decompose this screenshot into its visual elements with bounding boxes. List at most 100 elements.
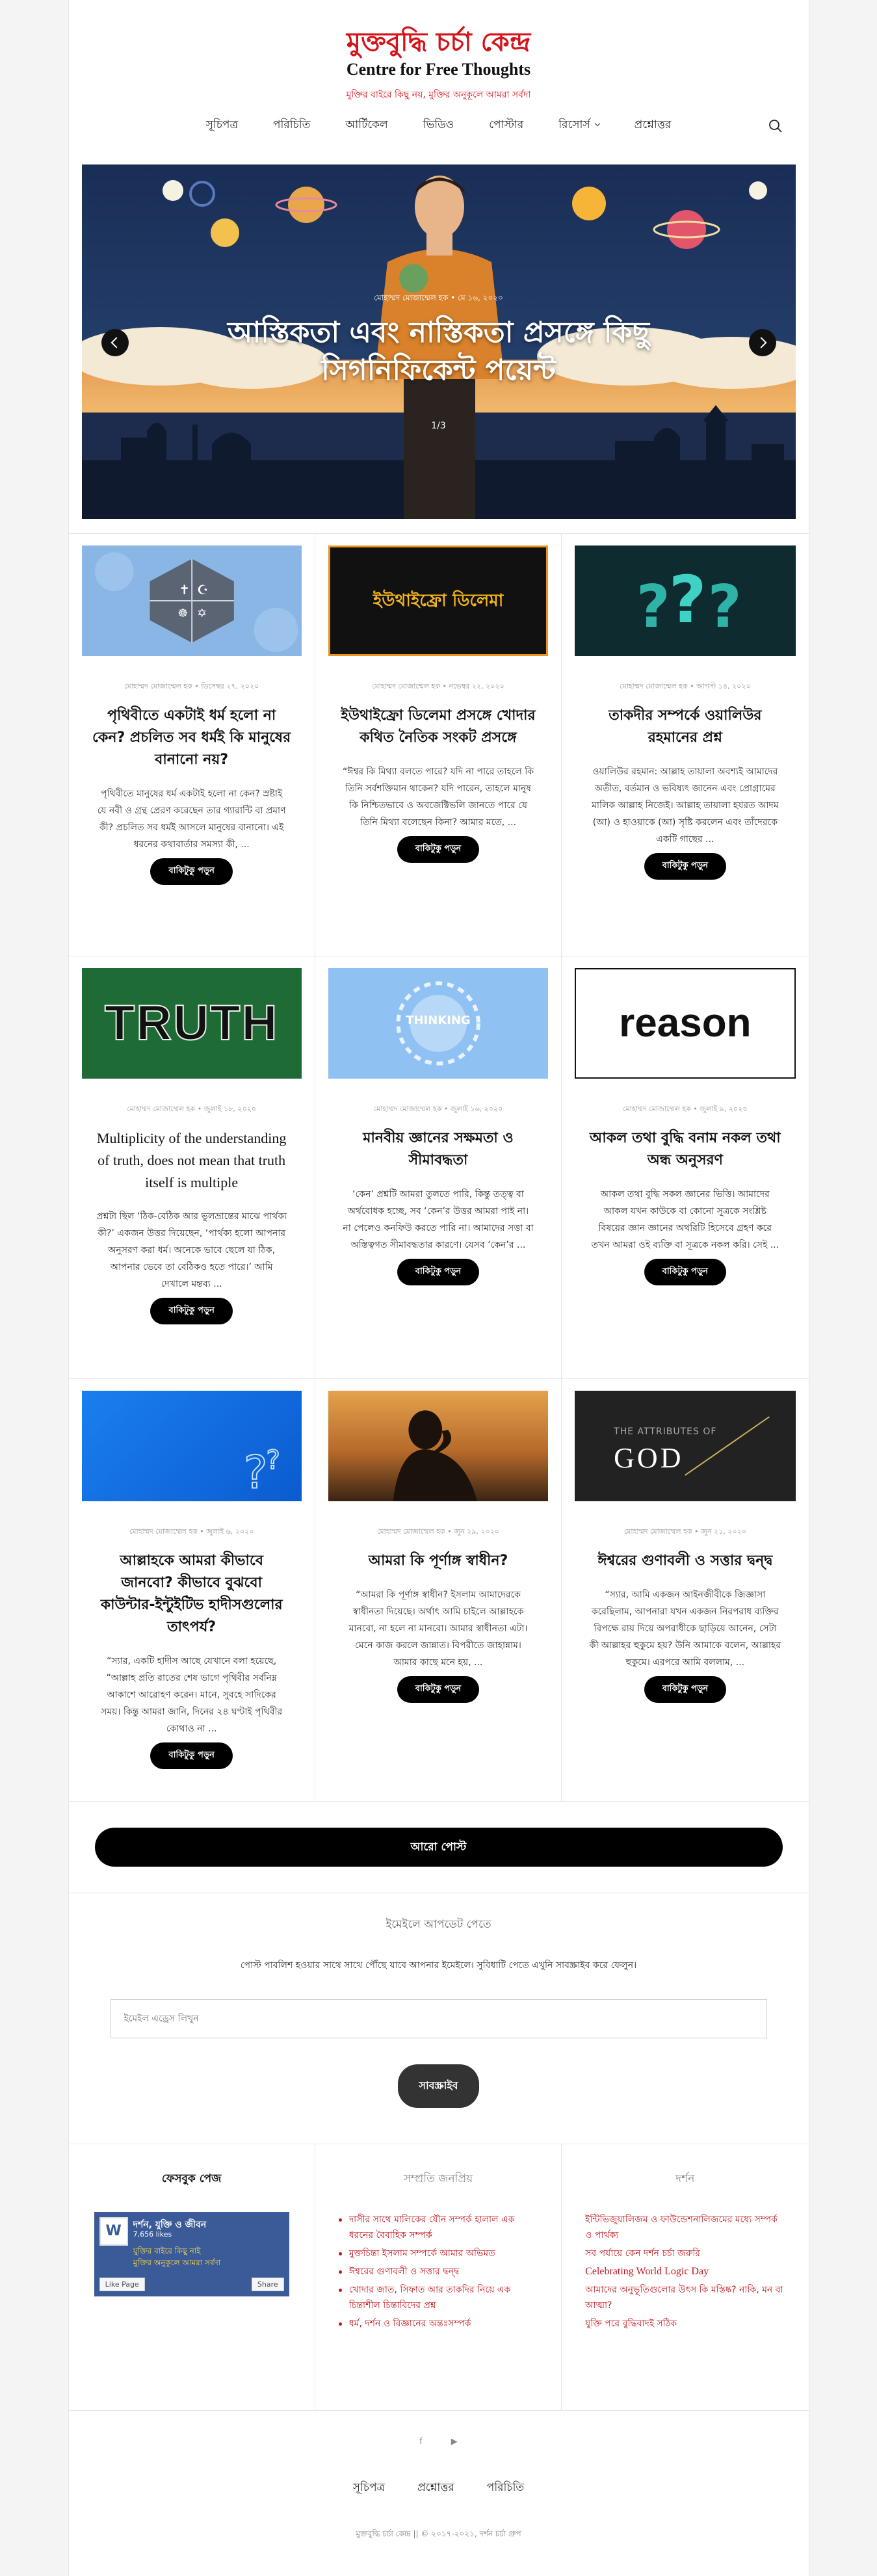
- philosophy-item[interactable]: ইন্টিভিজুয়ালিজম ও ফাউন্ডেশনালিজমের মধ্য…: [585, 2212, 785, 2243]
- read-more-button[interactable]: বাকিটুকু পড়ুন: [644, 1676, 727, 1703]
- widget-heading: ফেসবুক পেজ: [161, 2172, 222, 2185]
- more-posts-button[interactable]: আরো পোস্ট: [94, 1828, 783, 1867]
- facebook-logo-icon: W: [99, 2217, 128, 2246]
- post-meta: মোহাম্মদ মোজাম্মেল হক • জুন ২১, ২০২০: [623, 1527, 746, 1536]
- post-title[interactable]: মানবীয় জ্ঞানের সক্ষমতা ও সীমাবদ্ধতা: [339, 1127, 538, 1172]
- footer-link-about[interactable]: পরিচিতি: [487, 2479, 524, 2497]
- thumbnail-text: TRUTH: [104, 995, 279, 1051]
- subscribe-button[interactable]: সাবস্ক্রাইব: [398, 2064, 479, 2108]
- post-thumbnail-question[interactable]: ? ? ?: [575, 545, 796, 656]
- post-title[interactable]: পৃথিবীতে একটাই ধর্ম হলো না কেন? প্রচলিত …: [92, 705, 291, 771]
- philosophy-widget: দর্শন ইন্টিভিজুয়ালিজম ও ফাউন্ডেশনালিজমে…: [562, 2144, 808, 2410]
- slider-next-button[interactable]: [748, 329, 776, 356]
- youtube-icon[interactable]: ▶: [451, 2437, 458, 2447]
- post-title[interactable]: আমরা কি পূর্ণাঙ্গ স্বাধীন?: [339, 1550, 538, 1572]
- decorative-line-icon: [685, 1416, 770, 1476]
- footer-link-qa[interactable]: প্রশ্নোত্তর: [417, 2479, 454, 2497]
- religion-symbols-icon: ✝ ☪ ☸ ✡: [94, 552, 298, 652]
- post-excerpt: “স্যার, আমি একজন আইনজীবীকে জিজ্ঞাসা করেছ…: [589, 1590, 781, 1668]
- post-thumbnail-dilemma[interactable]: ইউথাইফ্রো ডিলেমা: [328, 545, 549, 656]
- post-card: ✝ ☪ ☸ ✡ মোহাম্মদ মোজাম্মেল হক • ডিসেম্বর…: [68, 534, 315, 956]
- post-thumbnail-truth[interactable]: TRUTH: [81, 968, 302, 1079]
- slide-counter: 1/3: [431, 421, 446, 431]
- popular-item[interactable]: মুক্তচিন্তা ইসলাম সম্পর্কে আমার অভিমত: [338, 2246, 538, 2261]
- svg-text:✝: ✝: [179, 583, 190, 598]
- read-more-button[interactable]: বাকিটুকু পড়ুন: [397, 1676, 480, 1703]
- popular-widget: সম্প্রতি জনপ্রিয় দাসীর সাথে মালিকের যৌন…: [315, 2144, 562, 2410]
- facebook-likes: 7,656 likes: [133, 2230, 172, 2239]
- post-meta: মোহাম্মদ মোজাম্মেল হক • ডিসেম্বর ২৭, ২০২…: [124, 682, 259, 690]
- post-excerpt: ওয়ালিউর রহমান: আল্লাহ তায়ালা অবশ্যই আম…: [592, 767, 779, 845]
- post-title[interactable]: আল্লাহকে আমরা কীভাবে জানবো? কীভাবে বুঝবো…: [92, 1550, 291, 1638]
- email-field[interactable]: [110, 1999, 767, 2038]
- post-card: THE ATTRIBUTES OF GOD মোহাম্মদ মোজাম্মেল…: [562, 1379, 809, 1802]
- popular-item[interactable]: ঈশ্বরের গুণাবলী ও সত্তার দ্বন্দ্ব: [338, 2264, 538, 2280]
- post-card: reason মোহাম্মদ মোজাম্মেল হক • জুলাই ৯, …: [562, 956, 809, 1379]
- philosophy-item[interactable]: যুক্তি পরে বুদ্ধিবাদই সঠিক: [585, 2316, 785, 2332]
- post-thumbnail-sunset[interactable]: [328, 1391, 549, 1501]
- read-more-button[interactable]: বাকিটুকু পড়ুন: [644, 853, 727, 880]
- post-title[interactable]: Multiplicity of the understanding of tru…: [92, 1127, 291, 1194]
- nav-item-articles[interactable]: আর্টিকেল: [345, 116, 387, 135]
- popular-item[interactable]: খোদার জাত, সিফাত আর তাকদির নিয়ে এক চিন্…: [338, 2282, 538, 2313]
- philosophy-item[interactable]: আমাদের অনুভূতিগুলোর উৎস কি মস্তিষ্ক? নাক…: [585, 2282, 785, 2313]
- post-meta: মোহাম্মদ মোজাম্মেল হক • জুলাই ৯, ২০২০: [623, 1105, 748, 1113]
- site-footer: f ▶ সূচিপত্র প্রশ্নোত্তর পরিচিতি মুক্তবু…: [69, 2411, 809, 2542]
- svg-text:?: ?: [708, 573, 742, 641]
- facebook-like-button[interactable]: Like Page: [99, 2278, 145, 2291]
- svg-text:☪: ☪: [197, 583, 209, 598]
- subscribe-section: ইমেইলে আপডেট পেতে পোস্ট পাবলিশ হওয়ার সা…: [68, 1893, 809, 2144]
- post-title[interactable]: তাকদীর সম্পর্কে ওয়ালিউর রহমানের প্রশ্ন: [585, 705, 785, 749]
- post-thumbnail-thinking[interactable]: THINKING: [328, 968, 549, 1079]
- nav-item-index[interactable]: সূচিপত্র: [206, 116, 238, 135]
- read-more-button[interactable]: বাকিটুকু পড়ুন: [397, 1259, 480, 1285]
- read-more-button[interactable]: বাকিটুকু পড়ুন: [150, 1298, 233, 1324]
- logo-english[interactable]: Centre for Free Thoughts: [69, 59, 809, 81]
- footer-link-index[interactable]: সূচিপত্র: [353, 2479, 385, 2497]
- post-title[interactable]: আকল তথা বুদ্ধি বনাম নকল তথা অন্ধ অনুসরণ: [585, 1127, 785, 1172]
- post-thumbnail-god[interactable]: THE ATTRIBUTES OF GOD: [575, 1391, 796, 1501]
- read-more-button[interactable]: বাকিটুকু পড়ুন: [150, 858, 233, 885]
- post-card: THINKING মোহাম্মদ মোজাম্মেল হক • জুলাই ১…: [315, 956, 562, 1379]
- facebook-page-box[interactable]: W দর্শন, যুক্তি ও জীবন 7,656 likes যুক্ত…: [94, 2212, 289, 2296]
- nav-item-resources[interactable]: রিসোর্স: [558, 116, 600, 135]
- post-thumbnail-reason[interactable]: reason: [575, 968, 796, 1079]
- post-meta: মোহাম্মদ মোজাম্মেল হক • জুন ২৯, ২০২০: [376, 1527, 499, 1536]
- slide-title[interactable]: আস্তিকতা এবং নাস্তিকতা প্রসঙ্গে কিছু সিগ…: [160, 314, 718, 389]
- facebook-share-button[interactable]: Share: [251, 2278, 284, 2291]
- popular-item[interactable]: ধর্ম, দর্শন ও বিজ্ঞানের অন্তঃসম্পর্ক: [338, 2316, 538, 2332]
- question-mark-icon: ? ? ?: [636, 562, 742, 641]
- facebook-icon[interactable]: f: [419, 2437, 423, 2447]
- read-more-button[interactable]: বাকিটুকু পড়ুন: [644, 1259, 727, 1285]
- post-card: ? ? মোহাম্মদ মোজাম্মেল হক • জুলাই ৬, ২০২…: [68, 1379, 315, 1802]
- nav-item-video[interactable]: ভিডিও: [423, 116, 454, 135]
- widget-heading: দর্শন: [675, 2172, 695, 2185]
- slider-figure: [403, 373, 475, 519]
- post-grid: ✝ ☪ ☸ ✡ মোহাম্মদ মোজাম্মেল হক • ডিসেম্বর…: [68, 533, 809, 1802]
- nav-item-qa[interactable]: প্রশ্নোত্তর: [635, 116, 672, 135]
- nav-item-poster[interactable]: পোস্টার: [489, 116, 523, 135]
- post-card: TRUTH মোহাম্মদ মোজাম্মেল হক • জুলাই ১৮, …: [68, 956, 315, 1379]
- popular-item[interactable]: দাসীর সাথে মালিকের যৌন সম্পর্ক হালাল এক …: [338, 2212, 538, 2243]
- nav-item-about[interactable]: পরিচিতি: [273, 116, 310, 135]
- read-more-button[interactable]: বাকিটুকু পড়ুন: [397, 836, 480, 863]
- post-title[interactable]: ইউথাইফ্রো ডিলেমা প্রসঙ্গে খোদার কথিত নৈত…: [339, 705, 538, 749]
- read-more-button[interactable]: বাকিটুকু পড়ুন: [150, 1742, 233, 1769]
- philosophy-item[interactable]: সব পর্যায়ে কেন দর্শন চর্চা জরুরি: [585, 2246, 785, 2261]
- subscribe-text: পোস্ট পাবলিশ হওয়ার সাথে সাথে পৌঁছে যাবে…: [240, 1960, 637, 1971]
- post-thumbnail-blue-question[interactable]: ? ?: [81, 1391, 302, 1501]
- post-meta: মোহাম্মদ মোজাম্মেল হক • জুলাই ১৬, ২০২০: [373, 1105, 503, 1113]
- post-thumbnail-religions[interactable]: ✝ ☪ ☸ ✡: [81, 545, 302, 656]
- post-meta: মোহাম্মদ মোজাম্মেল হক • জুলাই ৬, ২০২০: [129, 1527, 254, 1536]
- featured-slider[interactable]: মোহাম্মদ মোজাম্মেল হক • মে ১৬, ২০২০ আস্ত…: [81, 164, 796, 519]
- facebook-cover-text-1: যুক্তির বাইরে কিছু নাই: [133, 2246, 201, 2255]
- question-mark-icon: ? ?: [242, 1445, 280, 1500]
- slider-prev-button[interactable]: [101, 329, 129, 356]
- philosophy-item[interactable]: Celebrating World Logic Day: [585, 2264, 785, 2280]
- post-title[interactable]: ঈশ্বরের গুণাবলী ও সত্তার দ্বন্দ্ব: [585, 1550, 785, 1572]
- logo-bangla[interactable]: মুক্তবুদ্ধি চর্চা কেন্দ্র: [69, 26, 809, 59]
- post-excerpt: ‘কেন’ প্রশ্নটি আমরা তুলতে পারি, কিন্তু ত…: [343, 1189, 534, 1250]
- facebook-widget: ফেসবুক পেজ W দর্শন, যুক্তি ও জীবন 7,656 …: [69, 2144, 315, 2410]
- search-icon[interactable]: [768, 119, 783, 133]
- svg-text:✡: ✡: [197, 607, 207, 620]
